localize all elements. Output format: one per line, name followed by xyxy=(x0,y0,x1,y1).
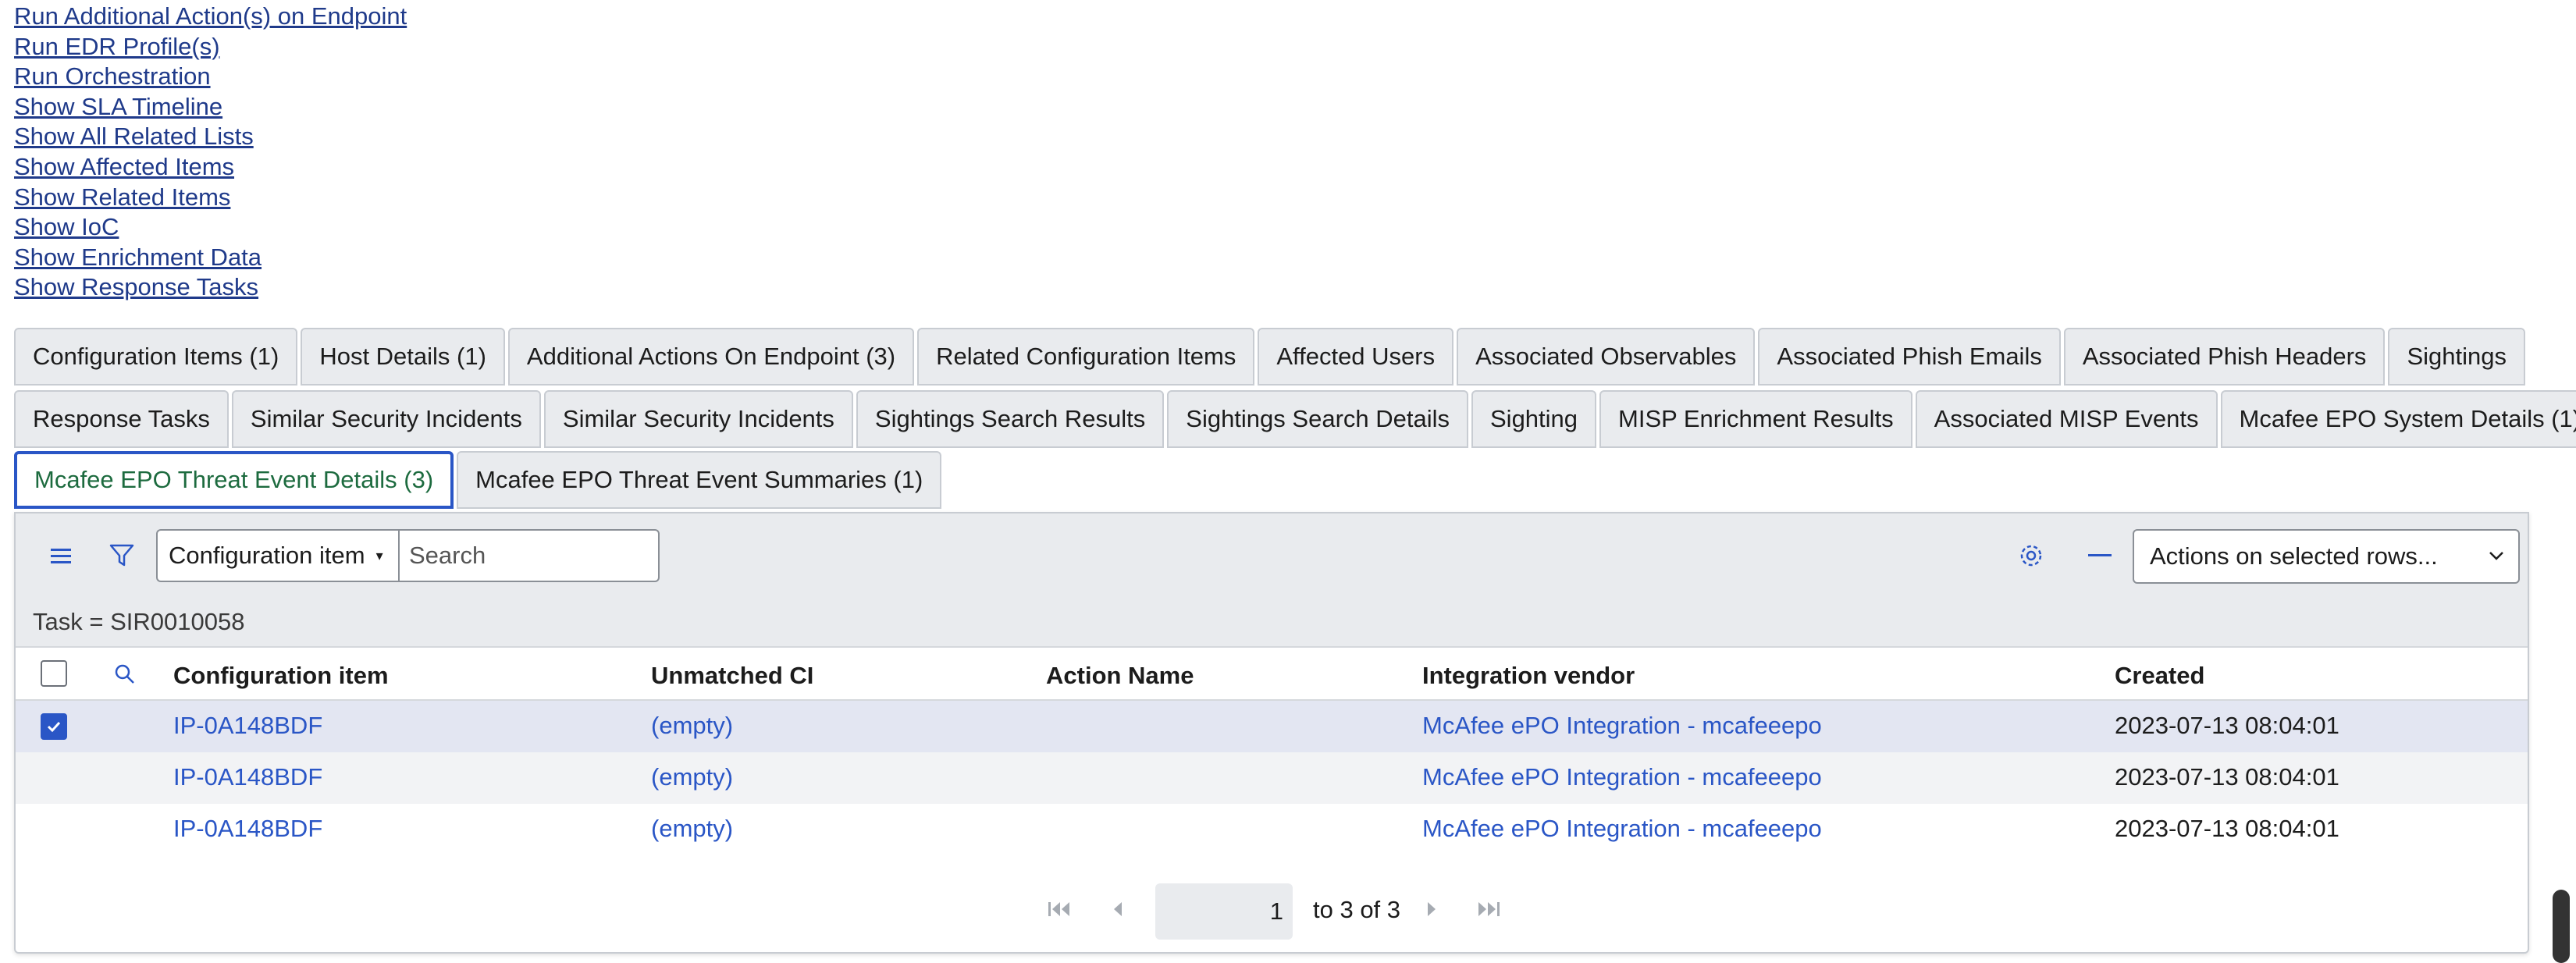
tab-row-1: Configuration Items (1) Host Details (1)… xyxy=(14,328,2525,386)
column-header-created[interactable]: Created xyxy=(2115,662,2204,690)
tab-associated-misp-events[interactable]: Associated MISP Events xyxy=(1915,390,2218,448)
cell-unmatched-ci[interactable]: (empty) xyxy=(651,815,733,843)
actions-select-value: Actions on selected rows... xyxy=(2150,542,2438,570)
search-icon[interactable] xyxy=(109,659,141,690)
tab-similar-security-incidents-2[interactable]: Similar Security Incidents xyxy=(543,390,853,448)
tab-response-tasks[interactable]: Response Tasks xyxy=(14,390,229,448)
breadcrumb-condition[interactable]: Task = SIR0010058 xyxy=(33,608,244,636)
table-header: Configuration item Unmatched CI Action N… xyxy=(16,648,2528,701)
link-run-orchestration[interactable]: Run Orchestration xyxy=(14,62,407,92)
tab-row-2: Response Tasks Similar Security Incident… xyxy=(14,390,2576,448)
cell-created: 2023-07-13 08:04:01 xyxy=(2115,712,2339,739)
column-header-integration-vendor[interactable]: Integration vendor xyxy=(1422,662,1635,690)
search-field-select[interactable]: Configuration item ▾ xyxy=(156,529,398,582)
breadcrumb: Task = SIR0010058 xyxy=(16,598,2528,648)
first-page-icon[interactable] xyxy=(1048,899,1073,923)
column-header-unmatched-ci[interactable]: Unmatched CI xyxy=(651,662,813,690)
row-checkbox[interactable] xyxy=(41,713,67,740)
tab-misp-enrichment-results[interactable]: MISP Enrichment Results xyxy=(1599,390,1912,448)
tab-mcafee-epo-threat-event-details[interactable]: Mcafee EPO Threat Event Details (3) xyxy=(14,451,454,509)
cell-created: 2023-07-13 08:04:01 xyxy=(2115,815,2339,842)
cell-configuration-item[interactable]: IP-0A148BDF xyxy=(173,712,322,740)
previous-page-icon[interactable] xyxy=(1112,899,1124,923)
link-run-edr-profiles[interactable]: Run EDR Profile(s) xyxy=(14,32,407,62)
page-range-text: to 3 of 3 xyxy=(1313,896,1401,923)
related-list-panel: Configuration item ▾ Actions on selected… xyxy=(14,512,2529,954)
collapse-icon[interactable] xyxy=(2084,540,2115,571)
link-show-sla-timeline[interactable]: Show SLA Timeline xyxy=(14,92,407,123)
gear-icon[interactable] xyxy=(2016,540,2047,571)
list-toolbar: Configuration item ▾ Actions on selected… xyxy=(16,513,2528,599)
cell-created: 2023-07-13 08:04:01 xyxy=(2115,763,2339,791)
tab-associated-observables[interactable]: Associated Observables xyxy=(1457,328,1756,386)
table-row[interactable]: IP-0A148BDF (empty) McAfee ePO Integrati… xyxy=(16,701,2528,752)
tab-affected-users[interactable]: Affected Users xyxy=(1258,328,1454,386)
next-page-icon[interactable] xyxy=(1425,899,1438,923)
link-show-response-tasks[interactable]: Show Response Tasks xyxy=(14,272,407,303)
pagination: to 3 of 3 xyxy=(16,849,2528,951)
tab-sightings-search-results[interactable]: Sightings Search Results xyxy=(856,390,1165,448)
tab-sightings-search-details[interactable]: Sightings Search Details xyxy=(1167,390,1468,448)
cell-integration-vendor[interactable]: McAfee ePO Integration - mcafeeepo xyxy=(1422,815,1822,843)
cell-integration-vendor[interactable]: McAfee ePO Integration - mcafeeepo xyxy=(1422,712,1822,740)
tab-sighting[interactable]: Sighting xyxy=(1471,390,1597,448)
link-show-enrichment-data[interactable]: Show Enrichment Data xyxy=(14,243,407,273)
caret-down-icon: ▾ xyxy=(375,547,383,563)
page-number-input[interactable] xyxy=(1155,883,1293,940)
cell-configuration-item[interactable]: IP-0A148BDF xyxy=(173,815,322,843)
chevron-down-icon xyxy=(2485,545,2507,573)
tab-sightings[interactable]: Sightings xyxy=(2388,328,2525,386)
last-page-icon[interactable] xyxy=(1475,899,1500,923)
cell-unmatched-ci[interactable]: (empty) xyxy=(651,763,733,791)
table-row[interactable]: IP-0A148BDF (empty) McAfee ePO Integrati… xyxy=(16,804,2528,855)
tab-host-details[interactable]: Host Details (1) xyxy=(301,328,505,386)
tab-related-configuration-items[interactable]: Related Configuration Items xyxy=(917,328,1255,386)
tab-row-3: Mcafee EPO Threat Event Details (3) Mcaf… xyxy=(14,451,942,509)
tab-associated-phish-emails[interactable]: Associated Phish Emails xyxy=(1758,328,2061,386)
scrollbar-thumb[interactable] xyxy=(2553,890,2570,963)
tab-similar-security-incidents-1[interactable]: Similar Security Incidents xyxy=(231,390,541,448)
link-run-additional-actions[interactable]: Run Additional Action(s) on Endpoint xyxy=(14,2,407,32)
tab-additional-actions-on-endpoint[interactable]: Additional Actions On Endpoint (3) xyxy=(507,328,915,386)
tab-mcafee-epo-system-details[interactable]: Mcafee EPO System Details (1) xyxy=(2220,390,2576,448)
tab-mcafee-epo-threat-event-summaries[interactable]: Mcafee EPO Threat Event Summaries (1) xyxy=(457,451,942,509)
cell-unmatched-ci[interactable]: (empty) xyxy=(651,712,733,740)
select-all-checkbox[interactable] xyxy=(41,660,67,687)
cell-integration-vendor[interactable]: McAfee ePO Integration - mcafeeepo xyxy=(1422,763,1822,791)
link-show-ioc[interactable]: Show IoC xyxy=(14,212,407,243)
filter-icon[interactable] xyxy=(106,540,137,571)
column-header-configuration-item[interactable]: Configuration item xyxy=(173,662,389,690)
search-input[interactable] xyxy=(398,529,660,582)
link-show-affected-items[interactable]: Show Affected Items xyxy=(14,152,407,183)
actions-on-selected-rows-select[interactable]: Actions on selected rows... xyxy=(2133,529,2520,584)
search-field-select-value: Configuration item xyxy=(169,542,365,569)
link-show-related-items[interactable]: Show Related Items xyxy=(14,183,407,213)
cell-configuration-item[interactable]: IP-0A148BDF xyxy=(173,763,322,791)
table-row[interactable]: IP-0A148BDF (empty) McAfee ePO Integrati… xyxy=(16,752,2528,804)
tab-associated-phish-headers[interactable]: Associated Phish Headers xyxy=(2063,328,2386,386)
related-links: Run Additional Action(s) on Endpoint Run… xyxy=(14,2,407,303)
tab-configuration-items[interactable]: Configuration Items (1) xyxy=(14,328,298,386)
column-header-action-name[interactable]: Action Name xyxy=(1046,662,1194,690)
link-show-all-related-lists[interactable]: Show All Related Lists xyxy=(14,122,407,152)
hamburger-menu-icon[interactable] xyxy=(45,540,76,571)
